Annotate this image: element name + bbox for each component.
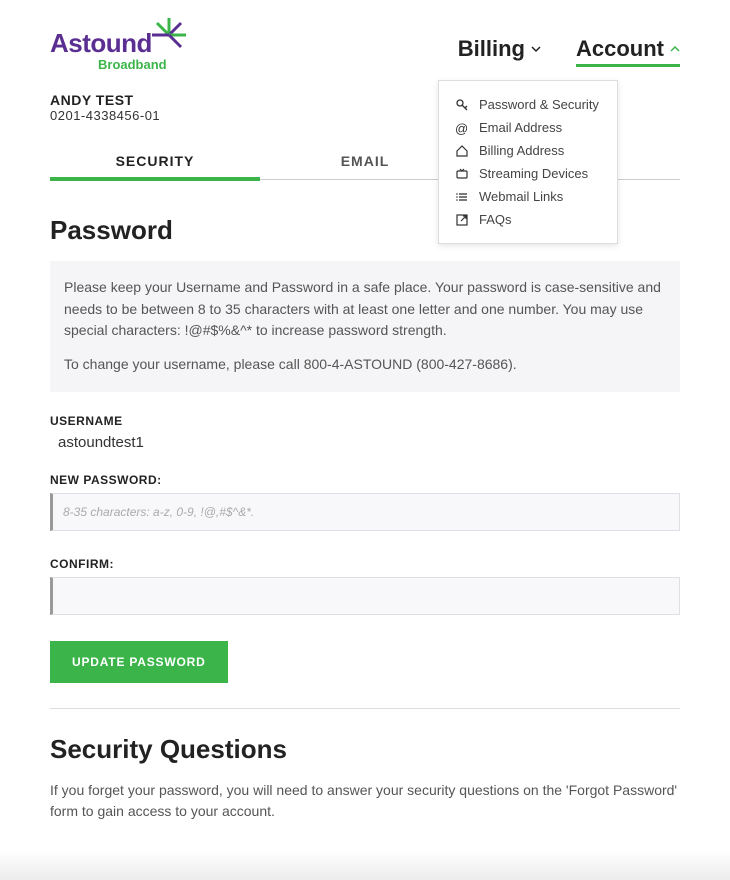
tv-icon xyxy=(455,167,469,181)
dropdown-billing-address[interactable]: Billing Address xyxy=(455,139,601,162)
nav-account[interactable]: Account xyxy=(576,36,680,67)
dropdown-email-address[interactable]: @ Email Address xyxy=(455,116,601,139)
tab-label: SECURITY xyxy=(116,153,195,169)
new-password-field-wrap: NEW PASSWORD: xyxy=(50,473,680,531)
tab-label: EMAIL xyxy=(341,153,390,169)
dropdown-faqs[interactable]: FAQs xyxy=(455,208,601,231)
nav-account-label: Account xyxy=(576,36,664,62)
dropdown-item-label: FAQs xyxy=(479,212,512,227)
dropdown-item-label: Password & Security xyxy=(479,97,599,112)
brand-logo[interactable]: Astound Broadband xyxy=(50,20,167,72)
username-label: USERNAME xyxy=(50,414,680,428)
security-questions-title: Security Questions xyxy=(50,734,680,765)
chevron-up-icon xyxy=(670,44,680,54)
svg-text:@: @ xyxy=(455,121,468,135)
button-label: UPDATE PASSWORD xyxy=(72,655,206,669)
password-info-text-2: To change your username, please call 800… xyxy=(64,354,666,376)
password-info-text-1: Please keep your Username and Password i… xyxy=(64,277,666,342)
dropdown-item-label: Email Address xyxy=(479,120,562,135)
burst-icon xyxy=(149,15,189,55)
main-nav: Billing Account xyxy=(458,26,680,67)
home-icon xyxy=(455,144,469,158)
dropdown-streaming-devices[interactable]: Streaming Devices xyxy=(455,162,601,185)
page-container: Astound Broadband Billing Account Passwo… xyxy=(0,0,730,853)
external-link-icon xyxy=(455,213,469,227)
tab-security[interactable]: SECURITY xyxy=(50,141,260,179)
confirm-password-label: CONFIRM: xyxy=(50,557,680,571)
header: Astound Broadband Billing Account xyxy=(50,20,680,72)
dropdown-item-label: Streaming Devices xyxy=(479,166,588,181)
dropdown-item-label: Billing Address xyxy=(479,143,564,158)
list-icon xyxy=(455,190,469,204)
nav-billing-label: Billing xyxy=(458,36,525,62)
brand-subtitle: Broadband xyxy=(98,57,167,72)
new-password-label: NEW PASSWORD: xyxy=(50,473,680,487)
at-icon: @ xyxy=(455,121,469,135)
update-password-button[interactable]: UPDATE PASSWORD xyxy=(50,641,228,683)
dropdown-item-label: Webmail Links xyxy=(479,189,563,204)
new-password-input[interactable] xyxy=(50,493,680,531)
key-icon xyxy=(455,98,469,112)
account-dropdown: Password & Security @ Email Address Bill… xyxy=(438,80,618,244)
page-shadow xyxy=(0,850,730,880)
confirm-password-input[interactable] xyxy=(50,577,680,615)
chevron-down-icon xyxy=(531,44,541,54)
dropdown-password-security[interactable]: Password & Security xyxy=(455,93,601,116)
nav-billing[interactable]: Billing xyxy=(458,36,541,62)
security-questions-text: If you forget your password, you will ne… xyxy=(50,780,680,823)
section-divider xyxy=(50,708,680,709)
username-value: astoundtest1 xyxy=(50,434,680,451)
dropdown-webmail-links[interactable]: Webmail Links xyxy=(455,185,601,208)
confirm-password-field-wrap: CONFIRM: xyxy=(50,557,680,615)
password-info-box: Please keep your Username and Password i… xyxy=(50,261,680,392)
